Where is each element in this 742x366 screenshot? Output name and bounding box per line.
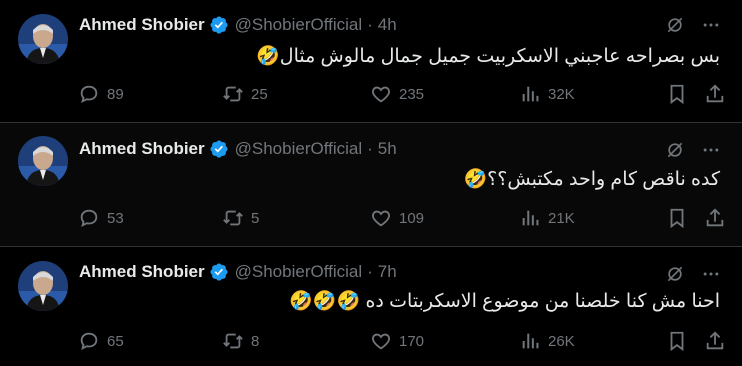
separator: ·: [367, 139, 373, 158]
tweet-header: Ahmed Shobier @ShobierOfficial · 5h: [79, 138, 397, 160]
tweet-top-actions: [664, 263, 722, 285]
views-icon: [522, 210, 539, 226]
views-button[interactable]: 21K: [519, 206, 575, 230]
grok-icon[interactable]: [664, 139, 686, 161]
more-icon[interactable]: [700, 14, 722, 36]
reply-icon: [80, 209, 98, 228]
share-button[interactable]: [704, 82, 726, 106]
retweet-count: 5: [251, 209, 260, 227]
views-count: 21K: [548, 209, 575, 227]
like-count: 109: [399, 209, 425, 227]
retweet-icon: [223, 333, 243, 349]
avatar[interactable]: [18, 261, 68, 311]
tweet-header: Ahmed Shobier @ShobierOfficial · 4h: [79, 14, 397, 36]
grok-icon[interactable]: [664, 263, 686, 285]
more-icon[interactable]: [700, 263, 722, 285]
tweet[interactable]: Ahmed Shobier @ShobierOfficial · 5h كده …: [0, 122, 742, 246]
avatar[interactable]: [18, 14, 68, 64]
heart-icon: [372, 210, 390, 227]
timestamp[interactable]: 5h: [378, 139, 397, 159]
heart-icon: [372, 333, 390, 350]
display-name[interactable]: Ahmed Shobier: [79, 262, 205, 282]
share-button[interactable]: [704, 206, 726, 230]
timestamp[interactable]: 4h: [378, 15, 397, 35]
reply-button[interactable]: 89: [78, 82, 124, 106]
retweet-button[interactable]: 8: [222, 329, 259, 353]
retweet-button[interactable]: 25: [222, 82, 268, 106]
views-count: 32K: [548, 85, 575, 103]
heart-icon: [372, 86, 390, 103]
share-icon: [706, 331, 724, 350]
like-button[interactable]: 170: [370, 329, 424, 353]
retweet-count: 8: [251, 332, 260, 350]
views-count: 26K: [548, 332, 575, 350]
retweet-icon: [223, 86, 243, 102]
tweet-header: Ahmed Shobier @ShobierOfficial · 7h: [79, 261, 397, 283]
bookmark-button[interactable]: [666, 82, 688, 106]
like-button[interactable]: 235: [370, 82, 424, 106]
avatar[interactable]: [18, 136, 68, 186]
tweet[interactable]: Ahmed Shobier @ShobierOfficial · 7h احنا…: [0, 246, 742, 366]
like-count: 235: [399, 85, 425, 103]
reply-count: 89: [107, 85, 124, 103]
timestamp[interactable]: 7h: [378, 262, 397, 282]
verified-badge-icon: [209, 139, 229, 159]
tweet-actions: 89 25 235 32K: [78, 82, 724, 106]
bookmark-button[interactable]: [666, 329, 688, 353]
tweet-text: كده ناقص كام واحد مكتبش؟؟🤣: [463, 169, 720, 190]
tweet-top-actions: [664, 139, 722, 161]
more-icon[interactable]: [700, 139, 722, 161]
tweet-top-actions: [664, 14, 722, 36]
like-button[interactable]: 109: [370, 206, 424, 230]
handle[interactable]: @ShobierOfficial: [235, 262, 363, 282]
bookmark-icon: [670, 84, 684, 105]
retweet-count: 25: [251, 85, 268, 103]
verified-badge-icon: [209, 15, 229, 35]
bookmark-icon: [670, 331, 684, 352]
bookmark-icon: [670, 208, 684, 229]
like-count: 170: [399, 332, 425, 350]
reply-icon: [80, 332, 98, 351]
views-button[interactable]: 26K: [519, 329, 575, 353]
reply-button[interactable]: 65: [78, 329, 124, 353]
share-icon: [706, 84, 724, 103]
retweet-button[interactable]: 5: [222, 206, 259, 230]
tweet-actions: 65 8 170 26K: [78, 329, 724, 353]
views-icon: [522, 86, 539, 102]
reply-button[interactable]: 53: [78, 206, 124, 230]
verified-badge-icon: [209, 262, 229, 282]
separator: ·: [367, 15, 373, 34]
grok-icon[interactable]: [664, 14, 686, 36]
separator: ·: [367, 262, 373, 281]
reply-count: 65: [107, 332, 124, 350]
retweet-icon: [223, 210, 243, 226]
share-button[interactable]: [704, 329, 726, 353]
reply-icon: [80, 85, 98, 104]
display-name[interactable]: Ahmed Shobier: [79, 15, 205, 35]
reply-count: 53: [107, 209, 124, 227]
display-name[interactable]: Ahmed Shobier: [79, 139, 205, 159]
views-button[interactable]: 32K: [519, 82, 575, 106]
tweet-feed: Ahmed Shobier @ShobierOfficial · 4h بس ب…: [0, 0, 742, 366]
tweet[interactable]: Ahmed Shobier @ShobierOfficial · 4h بس ب…: [0, 0, 742, 122]
share-icon: [706, 208, 724, 227]
tweet-actions: 53 5 109 21K: [78, 206, 724, 230]
bookmark-button[interactable]: [666, 206, 688, 230]
views-icon: [522, 333, 539, 349]
tweet-text: بس بصراحه عاجبني الاسكربيت جميل جمال مال…: [256, 46, 720, 67]
tweet-text: احنا مش كنا خلصنا من موضوع الاسكربتات ده…: [289, 291, 720, 312]
handle[interactable]: @ShobierOfficial: [235, 15, 363, 35]
handle[interactable]: @ShobierOfficial: [235, 139, 363, 159]
